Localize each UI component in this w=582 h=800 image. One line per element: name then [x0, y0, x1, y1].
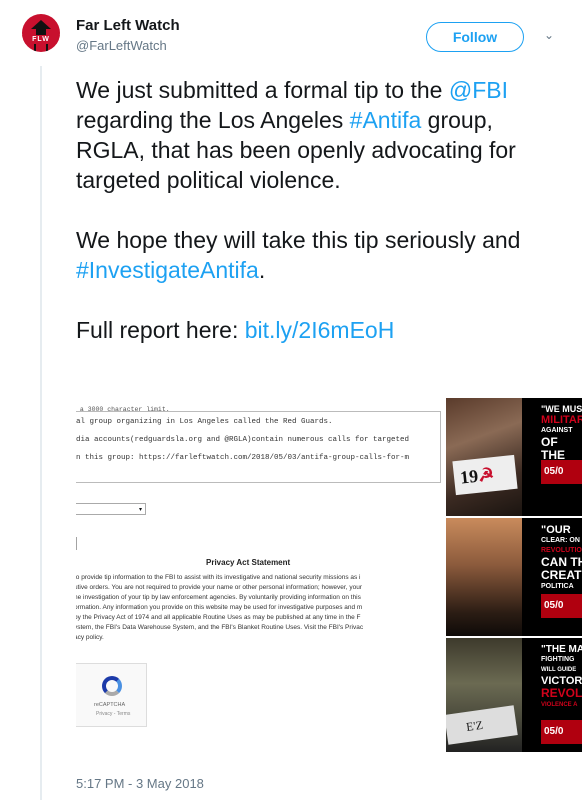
fbi-form-screenshot[interactable]: a 3000 character limit. al group organiz…: [76, 398, 444, 752]
hashtag-link[interactable]: #Antifa: [350, 107, 422, 133]
media-grid: a 3000 character limit. al group organiz…: [76, 398, 582, 752]
media-panel[interactable]: E'Z "THE MA FIGHTING WILL GUIDE VICTORY …: [446, 638, 582, 752]
tweet-paragraph: We just submitted a formal tip to the @F…: [76, 77, 516, 193]
tweet-text: We just submitted a formal tip to the @F…: [76, 75, 566, 375]
media-panel[interactable]: "OUR CLEAR: ON REVOLUTION CAN TH CREAT P…: [446, 518, 582, 636]
recaptcha-icon: [102, 676, 122, 696]
account-handle[interactable]: @FarLeftWatch: [76, 38, 167, 53]
avatar[interactable]: FLW: [22, 14, 60, 52]
avatar-text: FLW: [22, 35, 60, 44]
report-link[interactable]: bit.ly/2I6mEoH: [245, 317, 395, 343]
account-name[interactable]: Far Left Watch: [76, 17, 180, 34]
recaptcha-box: reCAPTCHA Privacy - Terms: [76, 663, 147, 727]
tweet-timestamp[interactable]: 5:17 PM - 3 May 2018: [76, 776, 204, 791]
protest-photo: [446, 518, 522, 636]
tweet-paragraph: Full report here: bit.ly/2I6mEoH: [76, 317, 395, 343]
follow-button[interactable]: Follow: [426, 22, 524, 52]
privacy-body: to provide tip information to the FBI to…: [76, 574, 364, 641]
hashtag-link[interactable]: #InvestigateAntifa: [76, 257, 259, 283]
chevron-down-icon[interactable]: ⌄: [544, 28, 554, 42]
form-select: ▾: [76, 503, 146, 515]
mention-link[interactable]: @FBI: [449, 77, 508, 103]
thread-line: [40, 66, 42, 800]
media-panel[interactable]: 19☭ "WE MUS MILITAR AGAINST OF THE 05/0: [446, 398, 582, 516]
protest-photo: 19☭: [446, 398, 522, 516]
privacy-title: Privacy Act Statement: [206, 558, 291, 567]
protest-photo: E'Z: [446, 638, 522, 752]
tweet-paragraph: We hope they will take this tip seriousl…: [76, 227, 521, 283]
